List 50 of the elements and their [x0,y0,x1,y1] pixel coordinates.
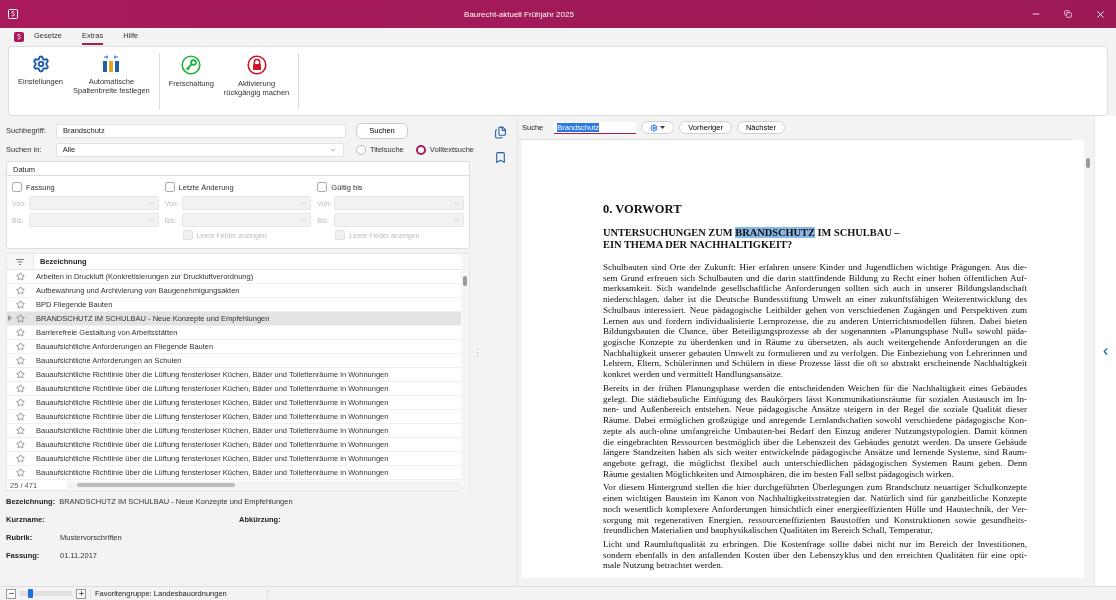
star-icon[interactable] [15,272,25,282]
star-icon[interactable] [15,468,25,478]
horizontal-scrollbar[interactable] [67,481,461,490]
star-icon[interactable] [15,328,25,338]
zoom-out-button[interactable] [6,588,16,599]
star-icon[interactable] [15,314,25,324]
chevron-down-icon [453,199,460,207]
search-options-button[interactable] [641,121,675,134]
close-icon [1094,8,1106,20]
key-icon [181,55,202,75]
row-marker-icon [8,315,12,322]
app-logo-icon [8,9,18,19]
star-icon[interactable] [15,440,25,450]
pages-icon[interactable] [494,126,507,139]
columns-icon [102,55,121,73]
star-icon[interactable] [15,286,25,296]
star-icon[interactable] [15,356,25,366]
plus-icon [77,590,85,597]
chevron-down-icon [147,199,155,207]
chevron-down-icon [300,199,308,207]
bookmark-icon[interactable] [494,151,507,164]
chevron-down-icon [453,216,460,224]
document-paragraph: Bereits in der frühen Planungsphase werden die entscheidenden Weichen für die Nachhaltigkeit eines Gebäudes gelegt. Die städtebauliche Einfügung des Baukörpers lässt Kommunikationsräume für sozialen Austausch im In- nen- und Außenbereich entstehen. Neue pädagogische Ansätze steigern in der Regel die soziale Qualität dieser Räume. Dabei ermöglichen großzügige und anregende Lernlandschaften sowohl verschiedene pädagogische Kon- zepte als auch-ohne umfangreiche Umbauten-bei Bedarf den Einzug anderer Nutzungstypologien. Damit können die eingebrachten Ressourcen bestmöglich über die Lebenszeit des Gebäudes genutzt werden. Da unsere Gebäude längere Standzeiten haben als sich weiter entwickelnde pädagogische Ansätze und lernende Systeme, sind Raum- angebote gefragt, die möglichst flexibel auch unterschiedlichen pädagogischen Systemen Raum geben. Denn Räume gestalten Möglichkeiten und Atmosphären, die im besten Fall selbst pädagogisch wirken. [603,382,1027,480]
star-icon[interactable] [15,300,25,310]
star-icon[interactable] [15,412,25,422]
chevron-down-icon [147,216,155,224]
document-paragraph: Vor diesem Hintergrund stellen die hier durchgeführten Überlegungen zum Brandschutz neuartiger Schulkonzepte einen wichtigen Baustein im Kanon von Nachhaltigkeitsstrategien dar. Natürlich sind für ganzheitliche Konzepte noch wesentlich komplexere Anforderungen hinsichtlich einer energieeffizienten Hülle und Haustechnik, der Ver- sorgung mit regenerativen Energien, ressourceneffizienten Baustoffen und Konstruktionen sowie gesundheits- freundlichen Materialien und bauphysikalischen Qualitäten im Bereich Schall, Temperatur, [603,482,1027,536]
star-icon[interactable] [15,426,25,436]
window-title: Baurecht-aktuell Frühjahr 2025 [463,9,575,19]
zoom-in-button[interactable] [76,588,86,599]
app-logo-icon [14,32,24,42]
gear-icon [650,123,659,132]
filter-icon[interactable] [16,258,24,265]
vertical-scrollbar[interactable] [461,254,469,492]
restore-icon [1064,10,1072,18]
zoom-slider[interactable] [20,591,72,596]
star-icon[interactable] [15,398,25,408]
document-paragraph: Schulbauten sind Orte der Zukunft: Hier erfahren unsere Kinder und Jugendlichen wichtige Prägungen. Aus die- sem Grund erfreuen sich Schulbauten und die darin stattfindende Bildung zu Recht einer hohen öffentlichen Auf- merksamkeit. Sich wandelnde gesellschaftliche Anforderungen sollten sich auch in unserer Bildungslandschaft niederschlagen, daher ist die Deutsche Bundesstiftung Umwelt an einer zukunftsfähigen Weiterentwicklung des Schulbaus interessiert. Neue pädagogische Leitbilder gehen von verschiedenen Zugängen und Perspektiven zum Lernen aus und fordern individualisierte Lernprozesse, die zu anderen Unterrichtsmodellen führen. Dabei bieten Bildungsbauten die Chance, über Beteiligungsprozesse ab der sogenannten »Planungsphase Null« sowohl päda- gogische Konzepte zu überdenken und in Räume zu übersetzen, als auch weitergehende Anforderungen an die Nachhaltigkeit unserer gebauten Umwelt zu formulieren und zu verfolgen. Die Einbeziehung von Lehrerinnen und Lehrern, Eltern, Schülerinnen und Schülern in diese Prozesse lässt die oft so abstrakt erscheinende Nachhaltigkeit konkret werden und vermittelt Handlungsansätze. [603,262,1027,380]
document-heading: 0. VORWORT [603,202,683,217]
star-icon[interactable] [15,454,25,464]
chevron-down-icon [300,216,308,224]
minus-icon [7,590,15,597]
document-paragraph: Licht und Raumluftqualität zu erbringen. Die Kostenfrage sollte dabei nicht nur im Bereich der Investitionen, sondern ebenfalls in den anfallenden Kosten über den Lebenszyklus und den erreichten Qualitäten für eine opti- male Nutzung betrachtet werden. [603,538,1027,572]
star-icon[interactable] [15,342,25,352]
star-icon[interactable] [15,370,25,380]
star-icon[interactable] [15,384,25,394]
caret-icon [660,126,666,129]
lock-icon [246,55,267,75]
document-subheading: UNTERSUCHUNGEN ZUM BRANDSCHUTZ IM SCHULBAU – EIN THEMA DER NACHHALTIGKEIT? [603,227,901,251]
settings-icon [31,55,50,73]
